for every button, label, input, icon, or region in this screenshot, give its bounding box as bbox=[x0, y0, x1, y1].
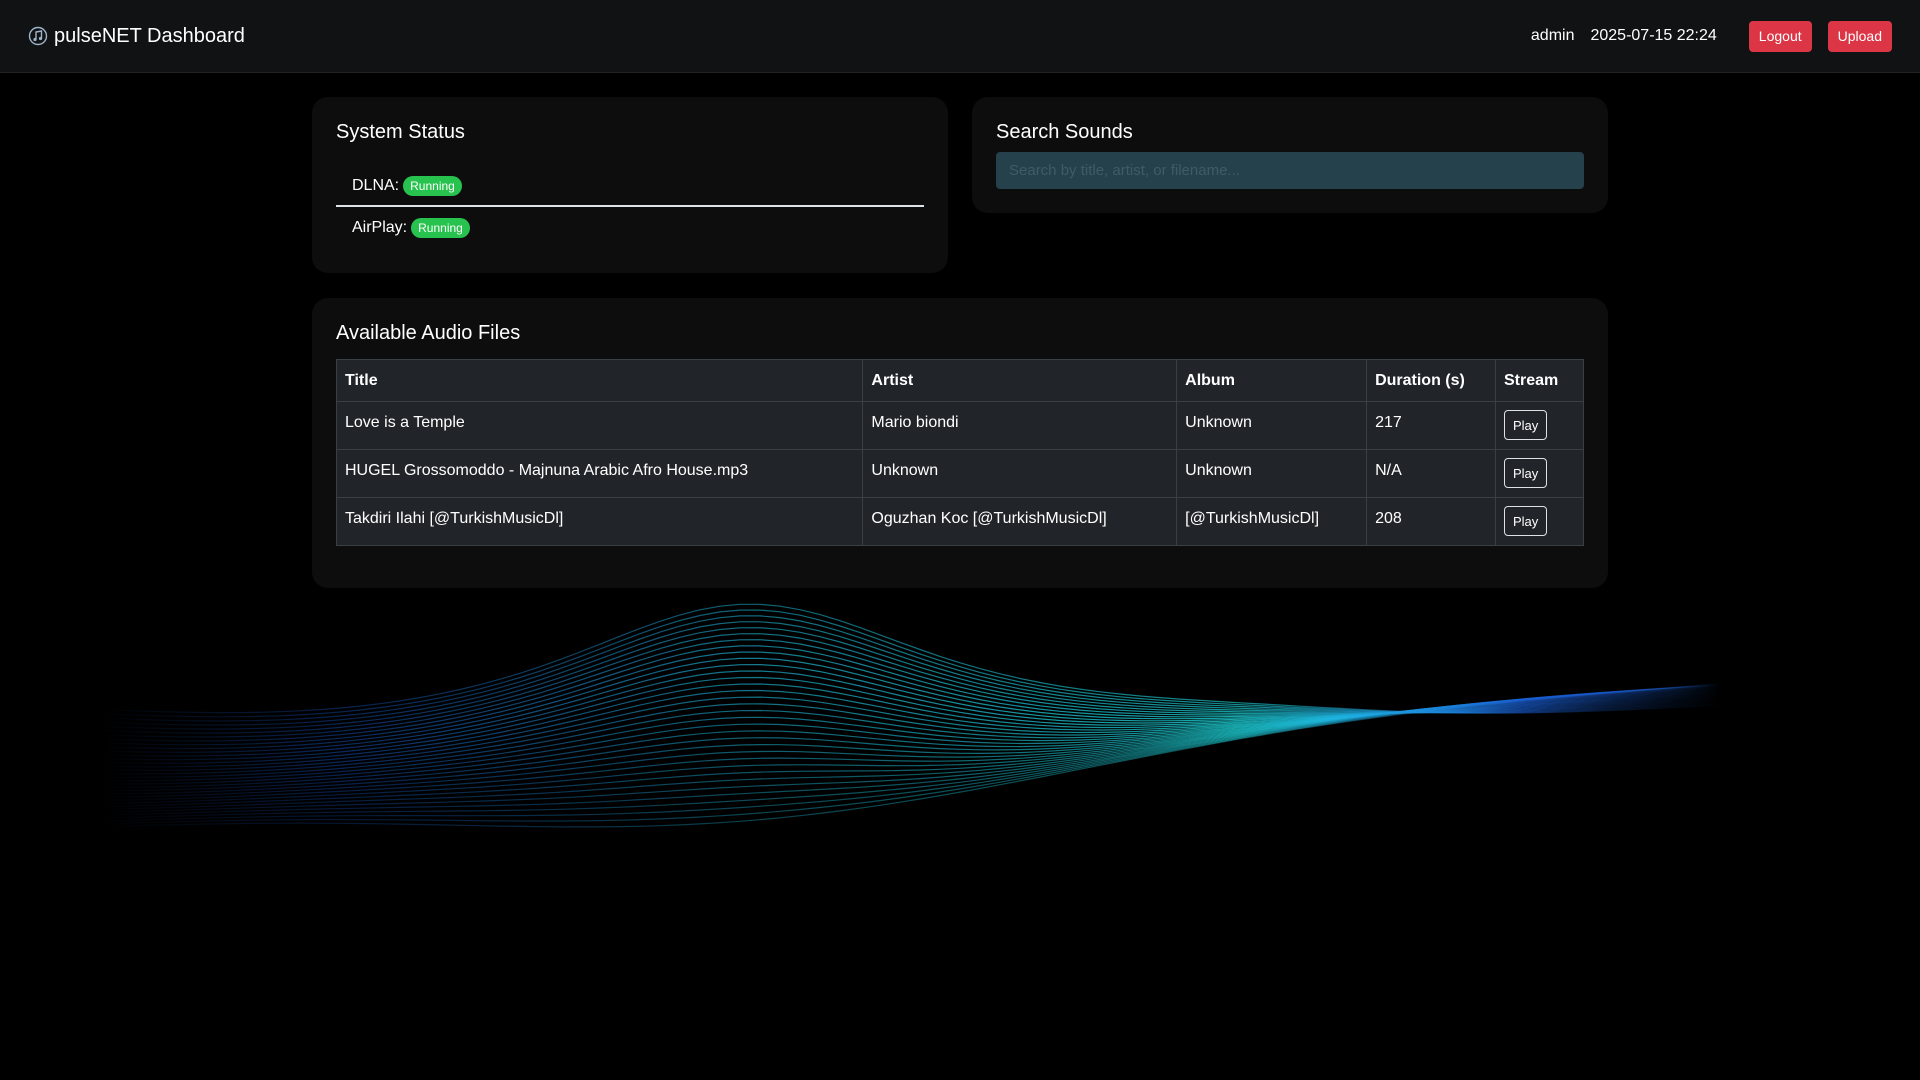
play-button[interactable]: Play bbox=[1504, 506, 1548, 536]
logout-button[interactable]: Logout bbox=[1748, 20, 1812, 52]
status-item-airplay: AirPlay: Running bbox=[336, 207, 924, 248]
status-list: DLNA: Running AirPlay: Running bbox=[336, 166, 924, 248]
wave-line bbox=[99, 683, 1721, 825]
search-title: Search Sounds bbox=[996, 121, 1133, 143]
brand-title: pulseNET Dashboard bbox=[54, 24, 245, 47]
cell-stream: Play bbox=[1495, 497, 1584, 546]
column-header-stream: Stream bbox=[1495, 359, 1584, 402]
status-item-dlna: DLNA: Running bbox=[336, 166, 924, 207]
status-label: DLNA: bbox=[352, 176, 400, 194]
cell-duration: 217 bbox=[1366, 401, 1496, 450]
table-row: HUGEL Grossomoddo - Majnuna Arabic Afro … bbox=[335, 449, 1584, 498]
navbar-actions: admin 2025-07-15 22:24 Logout Upload bbox=[1530, 20, 1892, 52]
system-status-card: System Status DLNA: Running AirPlay: Run… bbox=[312, 97, 948, 273]
system-status-title: System Status bbox=[336, 121, 465, 143]
username: admin bbox=[1530, 27, 1575, 44]
status-label: AirPlay: bbox=[352, 218, 408, 236]
status-badge: Running bbox=[411, 217, 470, 238]
audio-files-card: Available Audio Files Title Artist Album… bbox=[312, 298, 1608, 588]
cell-album: [@TurkishMusicDl] bbox=[1176, 497, 1368, 546]
top-navbar: pulseNET Dashboard admin 2025-07-15 22:2… bbox=[0, 0, 1920, 73]
cell-duration: 208 bbox=[1366, 497, 1496, 546]
audio-files-table: Title Artist Album Duration (s) Stream L… bbox=[335, 359, 1584, 546]
search-card: Search Sounds bbox=[972, 97, 1608, 213]
search-input[interactable] bbox=[996, 152, 1584, 189]
cell-duration: N/A bbox=[1366, 449, 1496, 498]
music-note-icon bbox=[28, 26, 48, 46]
cell-title: Love is a Temple bbox=[335, 401, 864, 450]
brand[interactable]: pulseNET Dashboard bbox=[28, 25, 245, 48]
play-button[interactable]: Play bbox=[1504, 458, 1548, 488]
cell-stream: Play bbox=[1495, 401, 1584, 450]
table-row: Love is a Temple Mario biondi Unknown 21… bbox=[335, 401, 1584, 450]
datetime: 2025-07-15 22:24 bbox=[1590, 27, 1717, 44]
cell-title: HUGEL Grossomoddo - Majnuna Arabic Afro … bbox=[335, 449, 864, 498]
table-row: Takdiri Ilahi [@TurkishMusicDl] Oguzhan … bbox=[335, 497, 1584, 546]
status-badge: Running bbox=[403, 175, 462, 196]
column-header-title: Title bbox=[335, 359, 864, 402]
wave-line bbox=[99, 603, 1721, 714]
column-header-artist: Artist bbox=[862, 359, 1178, 402]
cell-artist: Oguzhan Koc [@TurkishMusicDl] bbox=[862, 497, 1178, 546]
audio-files-title: Available Audio Files bbox=[336, 322, 521, 344]
column-header-album: Album bbox=[1176, 359, 1368, 402]
play-button[interactable]: Play bbox=[1504, 410, 1548, 440]
cell-artist: Unknown bbox=[862, 449, 1178, 498]
wave-line bbox=[99, 609, 1721, 718]
cell-album: Unknown bbox=[1176, 401, 1368, 450]
wave-line bbox=[99, 686, 1721, 785]
cell-title: Takdiri Ilahi [@TurkishMusicDl] bbox=[335, 497, 864, 546]
upload-button[interactable]: Upload bbox=[1827, 20, 1892, 52]
cell-album: Unknown bbox=[1176, 449, 1368, 498]
column-header-duration: Duration (s) bbox=[1366, 359, 1496, 402]
table-header-row: Title Artist Album Duration (s) Stream bbox=[335, 359, 1584, 402]
cell-stream: Play bbox=[1495, 449, 1584, 498]
particle-wave-visualization bbox=[99, 603, 1721, 828]
cell-artist: Mario biondi bbox=[862, 401, 1178, 450]
